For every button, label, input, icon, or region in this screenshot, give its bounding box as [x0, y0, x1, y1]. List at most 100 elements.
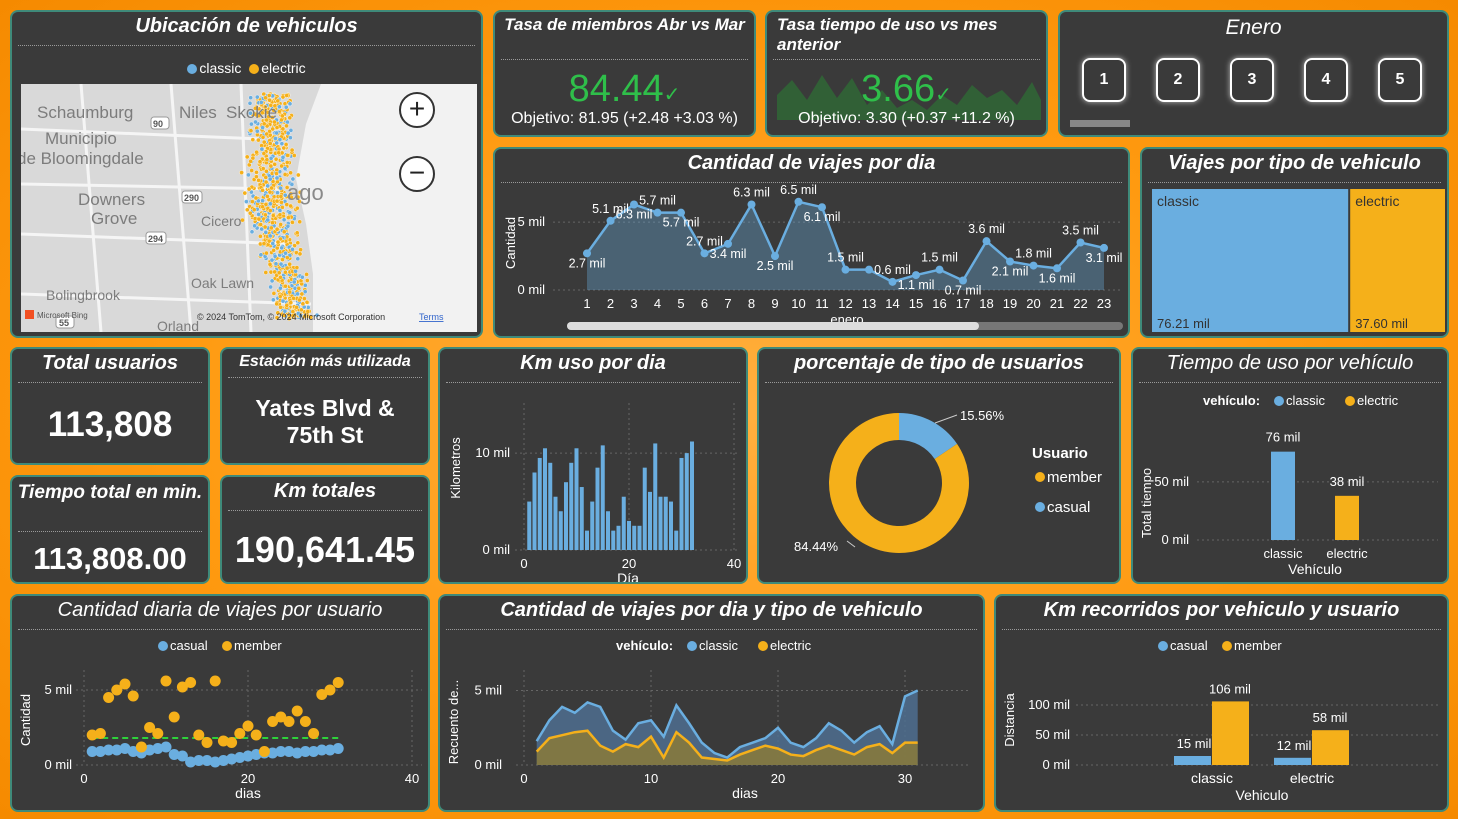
page-button-1[interactable]: 1	[1082, 58, 1126, 102]
data-point	[283, 716, 295, 727]
page-button-4[interactable]: 4	[1304, 58, 1348, 102]
data-point	[160, 741, 172, 753]
map-point	[284, 265, 290, 271]
place-label: ago	[287, 180, 324, 205]
x-tick: electric	[1290, 770, 1334, 786]
x-tick: 20	[1026, 296, 1040, 311]
place-label: Oak Lawn	[191, 275, 254, 291]
map-point	[276, 150, 282, 156]
map-point	[275, 179, 280, 185]
map-point	[287, 261, 293, 267]
data-label: 6.1 mil	[804, 210, 841, 224]
map-point	[278, 304, 283, 310]
data-point	[1029, 261, 1038, 270]
bar	[579, 487, 584, 550]
x-tick: 5	[677, 296, 684, 311]
check-icon: ✓	[663, 84, 681, 106]
total-km-title: Km totales	[273, 480, 377, 502]
bar	[537, 457, 542, 550]
terms-link[interactable]: Terms	[419, 312, 444, 322]
legend-marker	[1035, 502, 1045, 512]
kpi-time-value: 3.66	[861, 68, 936, 110]
place-label: Orland	[157, 318, 199, 332]
zoom-out-button[interactable]: −	[399, 156, 435, 192]
data-point	[332, 677, 344, 688]
page-button-3[interactable]: 3	[1230, 58, 1274, 102]
x-tick: 21	[1050, 296, 1064, 311]
map-point	[278, 222, 284, 227]
chart-scrollbar[interactable]	[567, 322, 1123, 330]
data-point	[794, 197, 803, 206]
map-point	[288, 170, 293, 176]
chart-title: Tiempo de uso por vehículo	[1166, 352, 1414, 374]
page-button-2[interactable]: 2	[1156, 58, 1200, 102]
map-point	[239, 170, 244, 175]
total-users-title: Total usuarios	[42, 352, 178, 374]
map-point	[270, 220, 275, 225]
map-point	[294, 205, 300, 211]
leader-line	[846, 540, 856, 548]
legend-label: electric	[1357, 393, 1399, 408]
bar	[1335, 495, 1359, 540]
place-label: Skokie	[226, 103, 277, 122]
map-point	[267, 97, 272, 103]
map-view[interactable]: Schaumburg Niles Skokie Municipio de Blo…	[21, 84, 477, 332]
data-point	[332, 743, 344, 754]
legend-label: casual	[170, 638, 208, 653]
page-button-5[interactable]: 5	[1378, 58, 1422, 102]
map-title: Ubicación de vehiculos	[135, 15, 358, 37]
x-tick: 19	[1003, 296, 1017, 311]
time-by-vehicle-chart: vehículo: classic electric 0 mil 50 milTotal…	[1139, 393, 1438, 577]
x-tick: 6	[701, 296, 708, 311]
data-label: 0.6 mil	[874, 263, 911, 277]
data-label: 2.5 mil	[757, 259, 794, 273]
data-point	[152, 728, 164, 739]
bar	[637, 525, 642, 550]
legend-label: casual	[1170, 638, 1208, 653]
treemap-tile	[1350, 189, 1445, 332]
map-point	[294, 230, 300, 236]
map-point	[267, 176, 273, 182]
legend-marker	[687, 641, 697, 651]
map-point	[267, 262, 273, 267]
x-tick: 12	[838, 296, 852, 311]
slicer-scrollbar[interactable]	[1070, 120, 1130, 127]
bar	[532, 472, 537, 550]
data-point	[747, 200, 756, 209]
trips-per-day-card: Cantidad de viajes por dia 0 mil 5 mil Can…	[493, 147, 1130, 338]
map-point	[294, 304, 299, 310]
map-point	[259, 146, 265, 152]
road-shield: 294	[148, 234, 163, 244]
map-point	[280, 298, 286, 304]
data-point	[193, 729, 205, 741]
kpi-members-goal: Objetivo: 81.95 (+2.48 +3.03 %)	[511, 110, 738, 127]
map-point	[260, 198, 265, 203]
x-axis-label: dias	[235, 785, 261, 801]
map-card: Ubicación de vehiculos classic electric …	[10, 10, 483, 338]
scrollbar-thumb[interactable]	[567, 322, 979, 330]
map-point	[287, 289, 293, 295]
bar	[1274, 757, 1311, 765]
bar	[658, 496, 663, 550]
y-tick: 0 mil	[483, 542, 511, 557]
data-point	[168, 711, 180, 723]
x-tick: 20	[771, 771, 785, 786]
map-point	[281, 217, 287, 223]
x-tick: 17	[956, 296, 970, 311]
map-point	[265, 183, 270, 189]
slice-label: 84.44%	[794, 539, 839, 554]
map-point	[292, 285, 298, 291]
map-point	[268, 163, 274, 169]
map-point	[261, 139, 267, 145]
map-point	[278, 274, 283, 280]
data-point	[291, 705, 303, 717]
data-label: 106 mil	[1209, 681, 1251, 696]
y-axis-label: Recuento de...	[446, 680, 461, 765]
trips-per-day-chart: 0 mil5 milCantidad 2.7 mil15.1 mil26.3 mi…	[503, 183, 1122, 327]
map-point	[244, 154, 250, 160]
zoom-in-button[interactable]: +	[399, 92, 435, 128]
map-point	[277, 109, 282, 114]
bar	[674, 530, 679, 550]
y-tick: 5 mil	[518, 214, 546, 229]
map-point	[284, 160, 290, 165]
